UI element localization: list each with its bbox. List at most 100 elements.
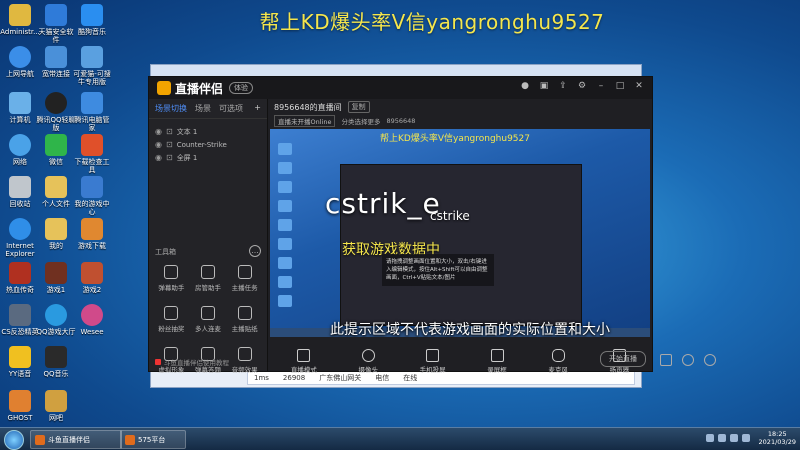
game-icon [9,262,31,284]
desktop-icon-broadband[interactable]: 宽带连接 [36,46,76,78]
gift-icon [164,306,179,320]
version-badge[interactable]: 体验 [229,82,254,94]
desktop-icon-computer[interactable]: 计算机 [0,92,40,124]
tool-host-tasks[interactable]: 主播任务 [226,265,263,292]
desktop-icon-nav[interactable]: 上网导航 [0,46,40,78]
desktop-icon-personal[interactable]: 个人文件 [36,176,76,208]
close-icon[interactable]: ✕ [634,81,644,91]
add-scene-button[interactable]: + [254,103,261,114]
tab-options[interactable]: 可选项 [219,103,243,114]
taskbar: 斗鱼直播伴侣 575平台 18:25 2021/03/29 [0,427,800,450]
desktop-icon-wechat[interactable]: 微信 [36,134,76,166]
desktop-icon-game-download[interactable]: 游戏下载 [72,218,112,250]
wesee-icon [81,304,103,326]
settings-icon[interactable] [704,354,716,366]
lock-icon[interactable]: ⊡ [166,153,173,162]
desktop-icon-recycle-bin[interactable]: 回收站 [0,176,40,208]
desktop-icon-game-center[interactable]: 我的游戏中心 [72,176,112,216]
scene-item[interactable]: ◉ ⊡ 全屏 1 [149,151,267,164]
toolbox-header: 工具箱 [155,248,176,256]
tab-scene[interactable]: 场景 [195,103,211,114]
tab-scene-switch[interactable]: 场景切换 [155,103,187,114]
live-mode-button[interactable]: 直播模式 [291,349,317,374]
settings-icon[interactable]: ⚙ [577,81,587,91]
toolbox-more-button[interactable]: … [249,245,261,257]
tool-stickers[interactable]: 主播贴纸 [226,306,263,333]
taskbar-clock[interactable]: 18:25 2021/03/29 [759,430,796,446]
scene-item[interactable]: ◉ ⊡ 文本 1 [149,125,267,138]
flag-icon[interactable] [742,434,750,442]
desktop-icon-yy[interactable]: YY语音 [0,346,40,378]
tutorial-link[interactable]: 斗鱼直播伴侣使用教程 [155,357,229,367]
desktop-icon-cs[interactable]: CS反恐精英 [0,304,40,336]
volume-icon[interactable] [730,434,738,442]
desktop-icon-pc-manager[interactable]: 腾讯电脑管家 [72,92,112,132]
category-select[interactable]: 分类选择更多 [341,116,380,126]
desktop-icon-tmall-security[interactable]: 天猫安全软件 [36,4,76,44]
desktop-icon-app[interactable]: 可爱猫-可搜牛专用版 [72,46,112,86]
tool-fan-lottery[interactable]: 粉丝抽奖 [153,306,190,333]
scene-tabs: 场景切换 场景 可选项 + [149,99,267,119]
app-icon [81,46,103,68]
guard-icon [81,92,103,114]
tool-multi-mic[interactable]: 多人连麦 [190,306,227,333]
preview-desktop-icons [272,143,312,314]
desktop-icon-qq[interactable]: 腾讯QQ轻聊版 [36,92,76,132]
preview-overlay-title: 帮上KD爆头率V信yangronghu9527 [380,134,530,144]
desktop-icon-qq-game[interactable]: QQ游戏大厅 [36,304,76,336]
desktop-icon-ie[interactable]: Internet Explorer [0,218,40,258]
eye-icon[interactable]: ◉ [155,127,162,136]
record-frame-button[interactable]: 录屏框 [487,349,507,374]
tool-audio-effects[interactable]: 音频效果 [226,347,263,374]
stream-preview[interactable]: 帮上KD爆头率V信yangronghu9527 cstrik_e cstrike… [270,129,650,337]
desktop-icon-download-tool[interactable]: 下载检查工具 [72,134,112,174]
tool-danmu-assistant[interactable]: 弹幕助手 [153,265,190,292]
yy-icon [9,346,31,368]
eye-icon[interactable] [682,354,694,366]
app-titlebar[interactable]: 直播伴侣 体验 ● ▣ ⇪ ⚙ – □ ✕ [149,77,652,99]
eye-icon[interactable]: ◉ [155,140,162,149]
microphone-button[interactable]: 麦克风 [548,349,568,374]
video-icon[interactable] [660,354,672,366]
tray-icon[interactable] [706,434,714,442]
desktop-icon-game-1[interactable]: 热血传奇 [0,262,40,294]
start-button[interactable] [4,430,24,450]
qq-icon [45,92,67,114]
app-name: 直播伴侣 [175,81,224,96]
desktop-icon-ghost[interactable]: GHOST [0,390,40,422]
desktop-icon-network[interactable]: 网络 [0,134,40,166]
avatar-icon[interactable]: ● [520,81,530,91]
taskbar-item-575[interactable]: 575平台 [120,430,186,449]
desktop-icon-qq-music[interactable]: QQ音乐 [36,346,76,378]
minimize-icon[interactable]: – [596,81,606,91]
share-icon[interactable]: ⇪ [558,81,568,91]
tool-room-manager[interactable]: 房管助手 [190,265,227,292]
camera-button[interactable]: 摄像头 [358,349,378,374]
desktop-icon-administrator[interactable]: Administr... [0,4,40,36]
users-icon [200,306,215,320]
lock-icon[interactable]: ▣ [539,81,549,91]
network-icon[interactable] [718,434,726,442]
overlay-title: 帮上KD爆头率V信yangronghu9527 [259,10,605,34]
phone-icon [426,349,440,362]
lock-icon[interactable]: ⊡ [166,140,173,149]
scene-item[interactable]: ◉ ⊡ Counter-Strike [149,138,267,151]
desktop-icon-netbar[interactable]: 网吧 [36,390,76,422]
desktop-icon-kugou[interactable]: 酷狗音乐 [72,4,112,36]
start-live-button[interactable]: 开始直播 [600,351,646,367]
monitor-icon [297,349,311,362]
desktop-icon-game-2[interactable]: 游戏1 [36,262,76,294]
microphone-icon [551,349,565,362]
maximize-icon[interactable]: □ [615,81,625,91]
copy-button[interactable]: 复制 [347,101,370,113]
lock-icon[interactable]: ⊡ [166,127,173,136]
desktop-icon-my[interactable]: 我的 [36,218,76,250]
desktop-icon-game-3[interactable]: 游戏2 [72,262,112,294]
sticker-icon [237,306,252,320]
phone-cast-button[interactable]: 手机投屏 [420,349,446,374]
taskbar-item-douyu[interactable]: 斗鱼直播伴侣 [30,430,122,449]
task-icon [237,265,252,279]
eye-icon[interactable]: ◉ [155,153,162,162]
live-companion-window[interactable]: 直播伴侣 体验 ● ▣ ⇪ ⚙ – □ ✕ 场景切换 场景 可选项 + ◉ ⊡ … [148,76,716,374]
desktop-icon-wesee[interactable]: Wesee [72,304,112,336]
